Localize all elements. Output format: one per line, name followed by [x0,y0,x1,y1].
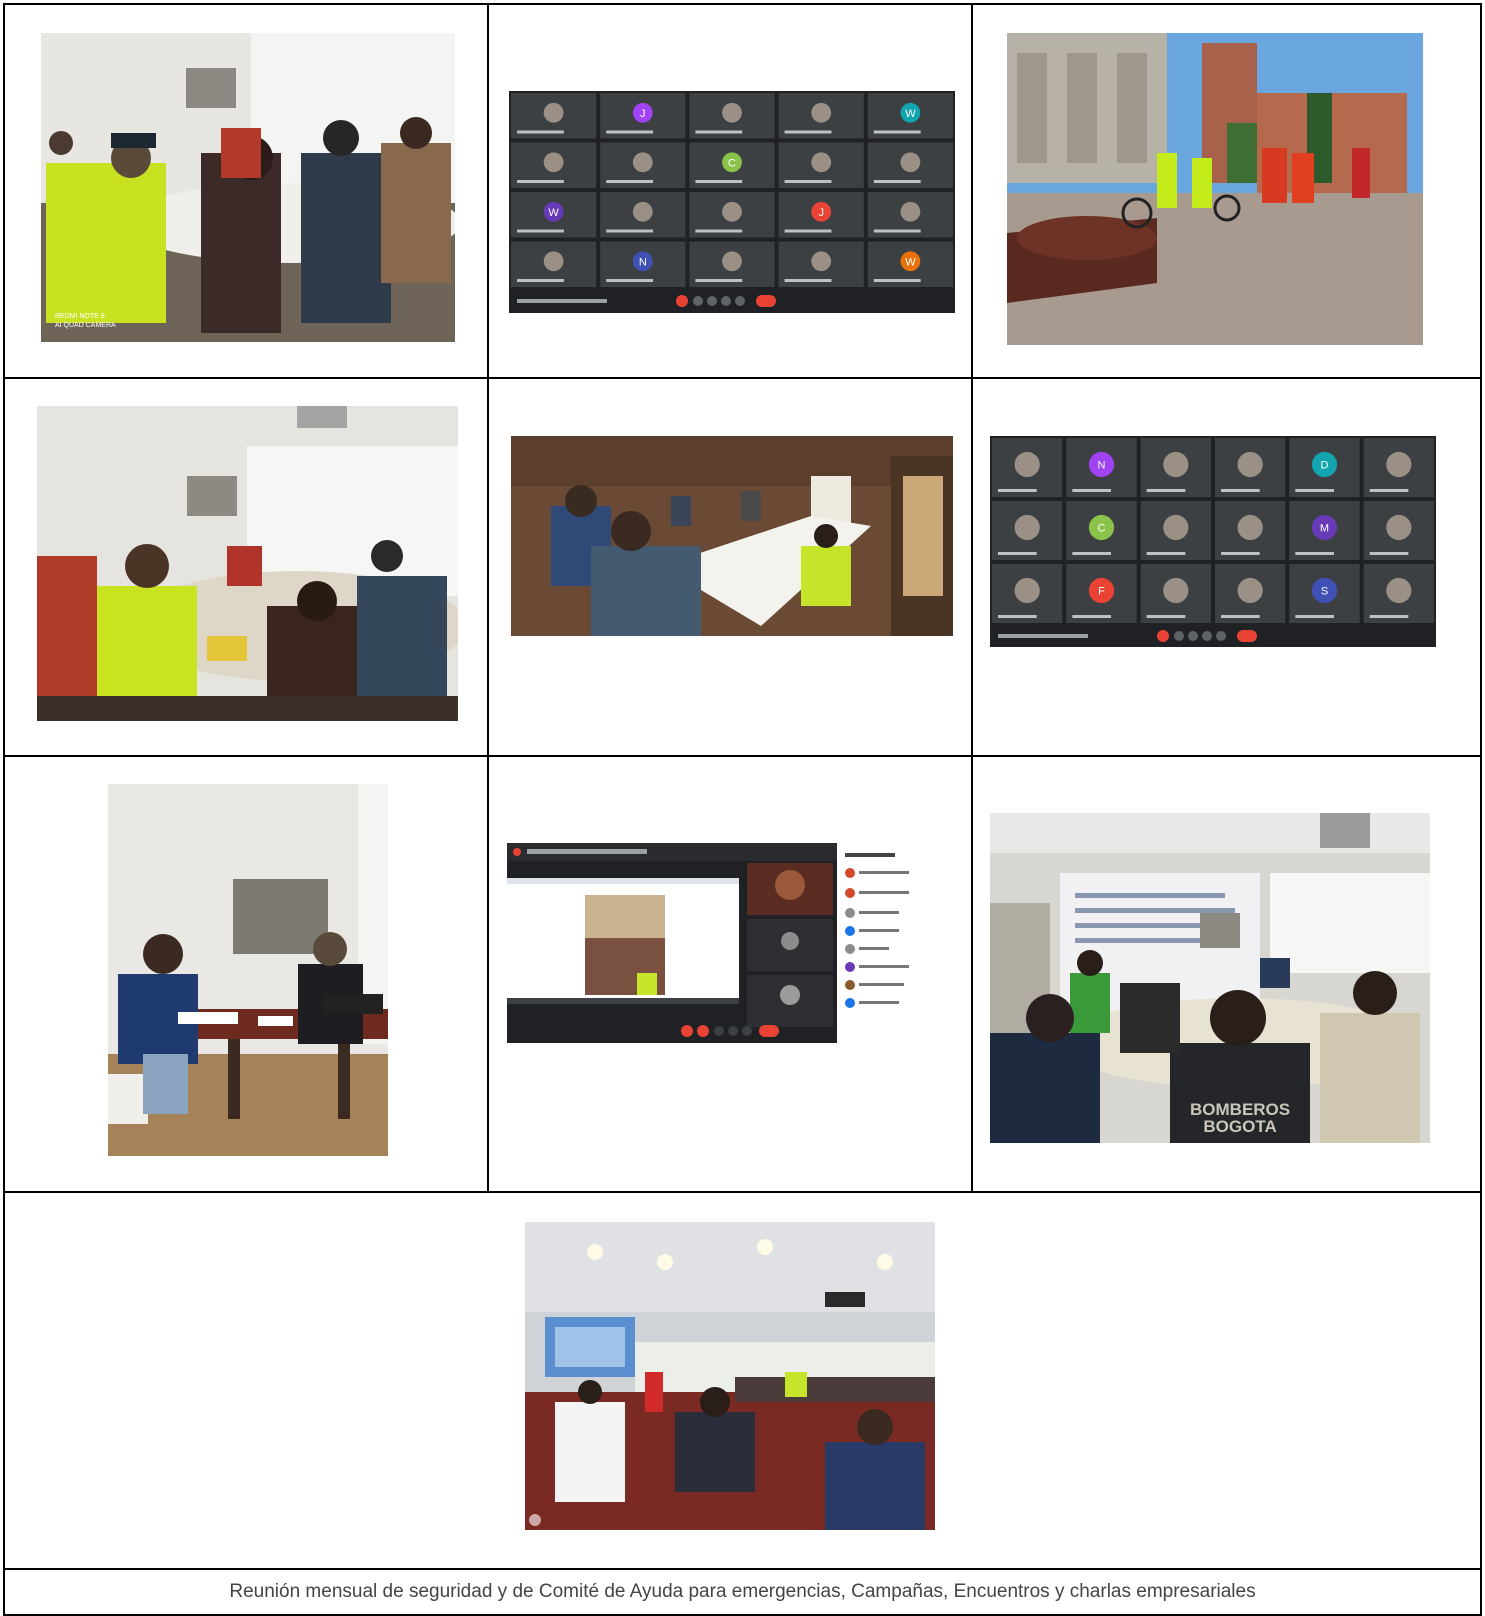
grid-cell [971,3,1482,379]
jacket-print-text: BOMBEROS BOGOTA [1190,1100,1291,1136]
grid-cell: J W C W J N W [487,3,973,379]
photo-grid-table: REDMI NOTE 8 AI QUAD CAMERA J W C W J N W N D … [3,3,1482,1616]
video-call-screenshot-1: J W C W J N W [509,91,955,313]
boardroom-photo [511,436,953,636]
interview-desk-photo [108,784,388,1156]
meeting-room-photo-1: REDMI NOTE 8 AI QUAD CAMERA [41,33,455,342]
camera-watermark: REDMI NOTE 8 AI QUAD CAMERA [55,313,116,329]
grid-cell [3,755,489,1193]
avatar-letter: C [1098,523,1106,535]
avatar-letter: F [1098,586,1105,598]
avatar-letter: S [1321,586,1328,598]
presentation-room-photo: BOMBEROS BOGOTA [990,813,1430,1143]
avatar-letter: D [1321,460,1329,472]
avatar-letter: M [1320,523,1329,535]
avatar-letter: N [639,256,647,268]
grid-cell [487,377,973,757]
avatar-letter: W [905,108,916,120]
avatar-letter: W [905,256,916,268]
caption-text: Reunión mensual de seguridad y de Comité… [229,1581,1256,1602]
meeting-room-photo-2 [37,406,458,721]
avatar-letter: W [548,207,559,219]
grid-cell: N D C M F S [971,377,1482,757]
grid-cell [487,755,973,1193]
outdoor-plaza-photo [1007,33,1423,345]
grid-cell-wide [3,1191,1482,1570]
auditorium-photo [525,1222,935,1530]
avatar-letter: N [1098,460,1106,472]
video-call-screenshot-3 [507,843,963,1043]
grid-cell [3,377,489,757]
avatar-letter: C [728,157,736,169]
grid-cell: BOMBEROS BOGOTA [971,755,1482,1193]
video-call-screenshot-2: N D C M F S [990,436,1436,647]
avatar-letter: J [818,207,824,219]
caption-cell: Reunión mensual de seguridad y de Comité… [3,1568,1482,1616]
grid-cell: REDMI NOTE 8 AI QUAD CAMERA [3,3,489,379]
avatar-letter: J [640,108,646,120]
